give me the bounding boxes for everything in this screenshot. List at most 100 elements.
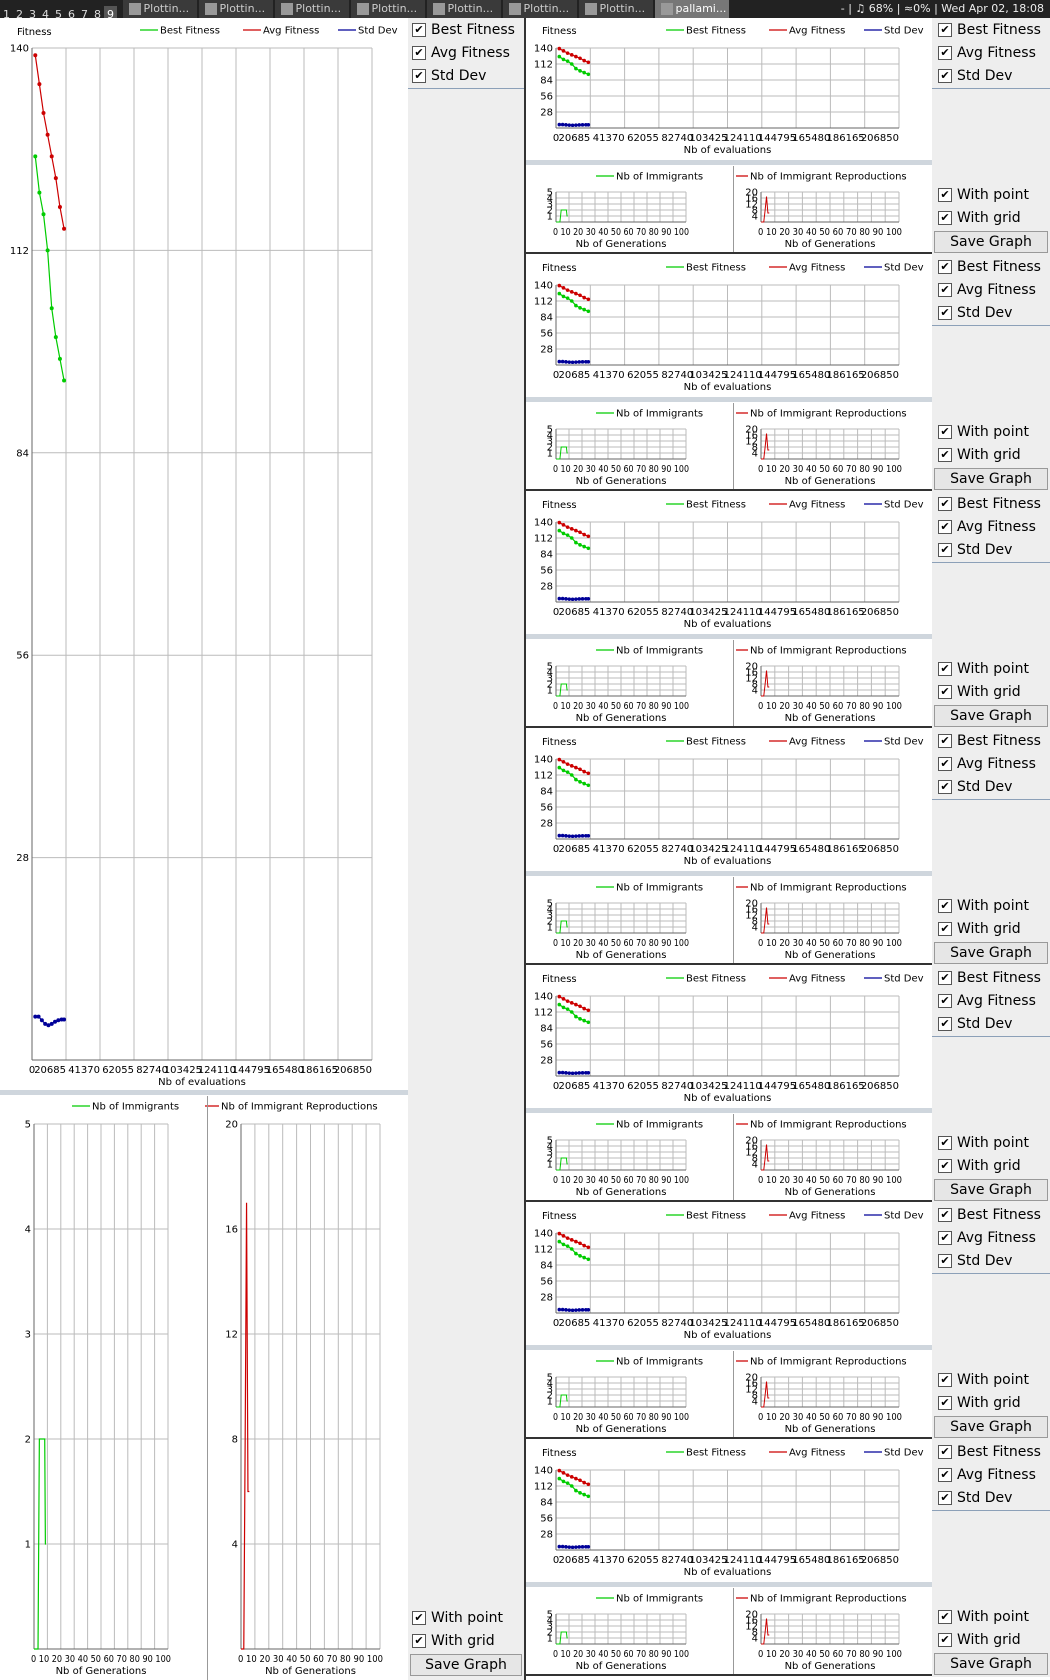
with-point-checkbox[interactable]: ✔ With point (938, 1607, 1029, 1627)
avg-fitness-checkbox[interactable]: ✔ Avg Fitness (938, 1228, 1036, 1248)
with-point-checkbox[interactable]: ✔ With point (938, 659, 1029, 679)
with-grid-checkbox[interactable]: ✔ With grid (938, 1156, 1021, 1176)
workspace-switcher[interactable]: 123456789 (0, 6, 117, 18)
with-grid-checkbox[interactable]: ✔ With grid (412, 1631, 495, 1651)
std-dev-checkbox[interactable]: ✔ Std Dev (938, 66, 1012, 86)
std-dev-checkbox[interactable]: ✔ Std Dev (412, 66, 486, 86)
data-point (578, 1478, 582, 1483)
save-graph-button[interactable]: Save Graph (410, 1654, 522, 1676)
std-dev-checkbox[interactable]: ✔ Std Dev (938, 777, 1012, 797)
control-column: ✔ Best Fitness ✔ Avg Fitness ✔ Std Dev ✔ With p… (932, 1440, 1050, 1677)
task-button[interactable]: Plottin... (274, 0, 349, 18)
std-dev-checkbox[interactable]: ✔ Std Dev (938, 303, 1012, 323)
x-tick-label: 144795 (758, 133, 796, 144)
splitter[interactable] (526, 397, 932, 402)
task-button[interactable]: Plottin... (122, 0, 197, 18)
task-button[interactable]: Plottin... (350, 0, 425, 18)
data-point (574, 1002, 578, 1007)
with-grid-checkbox[interactable]: ✔ With grid (938, 1630, 1021, 1650)
workspace-8[interactable]: 8 (91, 6, 104, 18)
task-list[interactable]: Plottin... Plottin... Plottin... Plottin...… (121, 0, 729, 18)
workspace-6[interactable]: 6 (65, 6, 78, 18)
save-graph-button[interactable]: Save Graph (934, 942, 1048, 964)
avg-fitness-checkbox[interactable]: ✔ Avg Fitness (938, 754, 1036, 774)
data-point (574, 765, 578, 770)
best-fitness-checkbox[interactable]: ✔ Best Fitness (938, 968, 1041, 988)
separator (932, 1510, 1050, 1511)
data-point (561, 997, 566, 1001)
task-button[interactable]: Plottin... (198, 0, 273, 18)
avg-fitness-checkbox[interactable]: ✔ Avg Fitness (938, 991, 1036, 1011)
data-point (580, 597, 585, 601)
series-line (761, 670, 770, 697)
workspace-2[interactable]: 2 (13, 6, 26, 18)
y-axis-label: Fitness (542, 737, 577, 748)
best-fitness-checkbox[interactable]: ✔ Best Fitness (938, 731, 1041, 751)
task-button[interactable]: Plottin... (578, 0, 653, 18)
splitter[interactable] (526, 1108, 932, 1113)
avg-fitness-checkbox[interactable]: ✔ Avg Fitness (938, 43, 1036, 63)
save-graph-button[interactable]: Save Graph (934, 1653, 1048, 1675)
std-dev-checkbox[interactable]: ✔ Std Dev (938, 1014, 1012, 1034)
best-fitness-checkbox[interactable]: ✔ Best Fitness (938, 494, 1041, 514)
with-grid-checkbox[interactable]: ✔ With grid (938, 208, 1021, 228)
task-button[interactable]: pallami... (654, 0, 729, 18)
best-fitness-checkbox[interactable]: ✔ Best Fitness (938, 1442, 1041, 1462)
best-fitness-checkbox[interactable]: ✔ Best Fitness (938, 1205, 1041, 1225)
save-graph-button[interactable]: Save Graph (934, 468, 1048, 490)
y-tick-label: 112 (534, 60, 553, 71)
std-dev-checkbox[interactable]: ✔ Std Dev (938, 1251, 1012, 1271)
avg-fitness-checkbox[interactable]: ✔ Avg Fitness (938, 517, 1036, 537)
splitter[interactable] (526, 160, 932, 165)
panel-divider (733, 640, 734, 727)
legend-label: Avg Fitness (789, 737, 845, 748)
workspace-9[interactable]: 9 (104, 6, 117, 18)
task-button[interactable]: Plottin... (426, 0, 501, 18)
save-graph-button[interactable]: Save Graph (934, 705, 1048, 727)
data-point (557, 1307, 562, 1312)
checkmark-icon: ✔ (938, 188, 952, 202)
checkmark-icon: ✔ (938, 1017, 952, 1031)
std-dev-checkbox[interactable]: ✔ Std Dev (938, 540, 1012, 560)
best-fitness-checkbox[interactable]: ✔ Best Fitness (938, 20, 1041, 40)
with-point-checkbox[interactable]: ✔ With point (938, 1370, 1029, 1390)
y-axis-label: Fitness (17, 27, 52, 38)
with-grid-checkbox[interactable]: ✔ With grid (938, 682, 1021, 702)
workspace-4[interactable]: 4 (39, 6, 52, 18)
y-tick-label: 140 (534, 518, 553, 529)
with-point-checkbox[interactable]: ✔ With point (938, 896, 1029, 916)
with-point-checkbox[interactable]: ✔ With point (412, 1608, 503, 1628)
avg-fitness-checkbox[interactable]: ✔ Avg Fitness (412, 43, 510, 63)
best-fitness-checkbox[interactable]: ✔ Best Fitness (938, 257, 1041, 277)
immigrants-chart: 123450 10 20 30 40 50 60 70 80 90 100Nb … (547, 883, 703, 962)
save-graph-button[interactable]: Save Graph (934, 1179, 1048, 1201)
save-graph-button[interactable]: Save Graph (934, 231, 1048, 253)
splitter[interactable] (526, 1582, 932, 1587)
task-button[interactable]: Plottin... (502, 0, 577, 18)
workspace-3[interactable]: 3 (26, 6, 39, 18)
std-dev-checkbox[interactable]: ✔ Std Dev (938, 1488, 1012, 1508)
x-tick-label: 62055 (627, 1318, 659, 1329)
x-tick-label: 41370 (593, 370, 625, 381)
best-fitness-checkbox[interactable]: ✔ Best Fitness (412, 20, 515, 40)
avg-fitness-checkbox[interactable]: ✔ Avg Fitness (938, 1465, 1036, 1485)
splitter[interactable] (526, 1345, 932, 1350)
with-point-checkbox[interactable]: ✔ With point (938, 185, 1029, 205)
x-tick-label: 124110 (198, 1065, 236, 1076)
checkmark-icon: ✔ (938, 448, 952, 462)
with-point-checkbox[interactable]: ✔ With point (938, 1133, 1029, 1153)
save-graph-button[interactable]: Save Graph (934, 1416, 1048, 1438)
splitter[interactable] (526, 634, 932, 639)
with-grid-checkbox[interactable]: ✔ With grid (938, 445, 1021, 465)
y-tick-label: 112 (10, 246, 29, 257)
splitter[interactable] (0, 1090, 408, 1095)
with-point-checkbox[interactable]: ✔ With point (938, 422, 1029, 442)
with-grid-checkbox[interactable]: ✔ With grid (938, 1393, 1021, 1413)
workspace-1[interactable]: 1 (0, 6, 13, 18)
workspace-5[interactable]: 5 (52, 6, 65, 18)
avg-fitness-checkbox[interactable]: ✔ Avg Fitness (938, 280, 1036, 300)
with-grid-checkbox[interactable]: ✔ With grid (938, 919, 1021, 939)
series-line (761, 907, 770, 934)
splitter[interactable] (526, 871, 932, 876)
workspace-7[interactable]: 7 (78, 6, 91, 18)
